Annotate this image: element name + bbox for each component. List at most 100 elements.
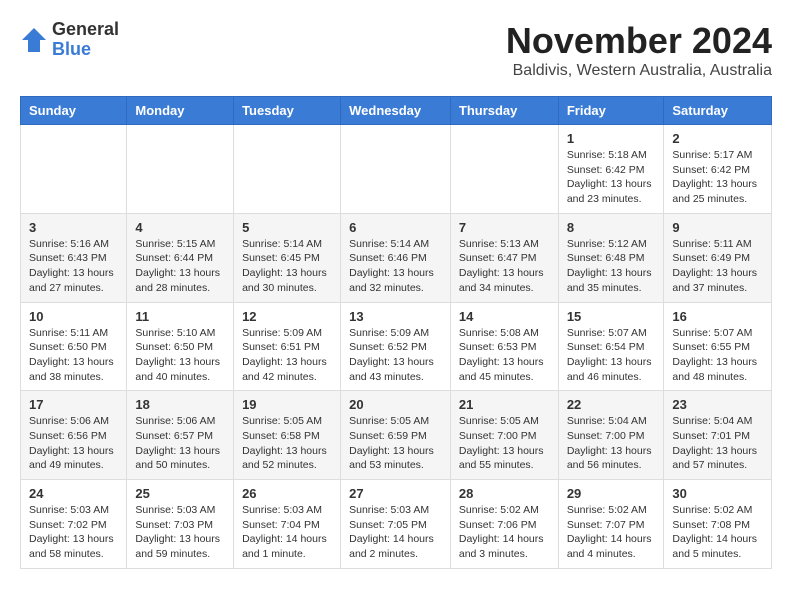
day-number: 5 xyxy=(242,220,332,235)
day-info: Sunrise: 5:08 AM Sunset: 6:53 PM Dayligh… xyxy=(459,326,550,385)
day-number: 10 xyxy=(29,309,118,324)
location: Baldivis, Western Australia, Australia xyxy=(506,62,772,80)
day-cell: 30 Sunrise: 5:02 AM Sunset: 7:08 PM Dayli… xyxy=(664,480,772,569)
day-number: 3 xyxy=(29,220,118,235)
day-cell: 10 Sunrise: 5:11 AM Sunset: 6:50 PM Dayli… xyxy=(21,302,127,391)
day-number: 15 xyxy=(567,309,656,324)
day-cell: 17 Sunrise: 5:06 AM Sunset: 6:56 PM Dayli… xyxy=(21,391,127,480)
day-info: Sunrise: 5:06 AM Sunset: 6:57 PM Dayligh… xyxy=(135,414,225,473)
header-cell-friday: Friday xyxy=(558,97,664,125)
day-cell: 23 Sunrise: 5:04 AM Sunset: 7:01 PM Dayli… xyxy=(664,391,772,480)
day-cell: 1 Sunrise: 5:18 AM Sunset: 6:42 PM Daylig… xyxy=(558,125,664,214)
day-cell: 9 Sunrise: 5:11 AM Sunset: 6:49 PM Daylig… xyxy=(664,213,772,302)
day-number: 4 xyxy=(135,220,225,235)
day-number: 2 xyxy=(672,131,763,146)
day-number: 9 xyxy=(672,220,763,235)
header-cell-wednesday: Wednesday xyxy=(341,97,451,125)
day-info: Sunrise: 5:13 AM Sunset: 6:47 PM Dayligh… xyxy=(459,237,550,296)
day-info: Sunrise: 5:14 AM Sunset: 6:46 PM Dayligh… xyxy=(349,237,442,296)
day-number: 1 xyxy=(567,131,656,146)
week-row: 10 Sunrise: 5:11 AM Sunset: 6:50 PM Dayli… xyxy=(21,302,772,391)
day-cell: 6 Sunrise: 5:14 AM Sunset: 6:46 PM Daylig… xyxy=(341,213,451,302)
day-number: 25 xyxy=(135,486,225,501)
day-info: Sunrise: 5:07 AM Sunset: 6:55 PM Dayligh… xyxy=(672,326,763,385)
day-info: Sunrise: 5:16 AM Sunset: 6:43 PM Dayligh… xyxy=(29,237,118,296)
day-cell: 27Sunrise: 5:03 AM Sunset: 7:05 PM Dayli… xyxy=(341,480,451,569)
week-row: 24Sunrise: 5:03 AM Sunset: 7:02 PM Dayli… xyxy=(21,480,772,569)
day-info: Sunrise: 5:11 AM Sunset: 6:50 PM Dayligh… xyxy=(29,326,118,385)
day-info: Sunrise: 5:11 AM Sunset: 6:49 PM Dayligh… xyxy=(672,237,763,296)
header-row: SundayMondayTuesdayWednesdayThursdayFrid… xyxy=(21,97,772,125)
day-number: 11 xyxy=(135,309,225,324)
day-number: 24 xyxy=(29,486,118,501)
day-number: 13 xyxy=(349,309,442,324)
day-cell xyxy=(234,125,341,214)
day-cell xyxy=(450,125,558,214)
day-info: Sunrise: 5:17 AM Sunset: 6:42 PM Dayligh… xyxy=(672,148,763,207)
day-number: 18 xyxy=(135,397,225,412)
day-number: 21 xyxy=(459,397,550,412)
day-cell: 3 Sunrise: 5:16 AM Sunset: 6:43 PM Daylig… xyxy=(21,213,127,302)
day-number: 17 xyxy=(29,397,118,412)
day-cell: 5 Sunrise: 5:14 AM Sunset: 6:45 PM Daylig… xyxy=(234,213,341,302)
day-cell: 16 Sunrise: 5:07 AM Sunset: 6:55 PM Dayli… xyxy=(664,302,772,391)
week-row: 3 Sunrise: 5:16 AM Sunset: 6:43 PM Daylig… xyxy=(21,213,772,302)
day-number: 28 xyxy=(459,486,550,501)
day-info: Sunrise: 5:02 AM Sunset: 7:06 PM Dayligh… xyxy=(459,503,550,562)
day-info: Sunrise: 5:04 AM Sunset: 7:01 PM Dayligh… xyxy=(672,414,763,473)
day-cell: 15Sunrise: 5:07 AM Sunset: 6:54 PM Dayli… xyxy=(558,302,664,391)
day-number: 29 xyxy=(567,486,656,501)
day-number: 8 xyxy=(567,220,656,235)
page-header: General Blue November 2024 Baldivis, Wes… xyxy=(20,20,772,80)
day-number: 12 xyxy=(242,309,332,324)
day-number: 22 xyxy=(567,397,656,412)
day-info: Sunrise: 5:03 AM Sunset: 7:04 PM Dayligh… xyxy=(242,503,332,562)
week-row: 17 Sunrise: 5:06 AM Sunset: 6:56 PM Dayli… xyxy=(21,391,772,480)
day-cell: 14 Sunrise: 5:08 AM Sunset: 6:53 PM Dayli… xyxy=(450,302,558,391)
day-cell: 13 Sunrise: 5:09 AM Sunset: 6:52 PM Dayli… xyxy=(341,302,451,391)
day-number: 16 xyxy=(672,309,763,324)
day-cell: 8Sunrise: 5:12 AM Sunset: 6:48 PM Daylig… xyxy=(558,213,664,302)
day-info: Sunrise: 5:05 AM Sunset: 7:00 PM Dayligh… xyxy=(459,414,550,473)
day-info: Sunrise: 5:05 AM Sunset: 6:59 PM Dayligh… xyxy=(349,414,442,473)
day-number: 6 xyxy=(349,220,442,235)
day-info: Sunrise: 5:04 AM Sunset: 7:00 PM Dayligh… xyxy=(567,414,656,473)
day-number: 30 xyxy=(672,486,763,501)
month-title: November 2024 xyxy=(506,20,772,62)
day-number: 7 xyxy=(459,220,550,235)
day-number: 14 xyxy=(459,309,550,324)
day-info: Sunrise: 5:03 AM Sunset: 7:05 PM Dayligh… xyxy=(349,503,442,562)
day-info: Sunrise: 5:02 AM Sunset: 7:08 PM Dayligh… xyxy=(672,503,763,562)
logo: General Blue xyxy=(20,20,119,60)
day-cell: 25 Sunrise: 5:03 AM Sunset: 7:03 PM Dayli… xyxy=(127,480,234,569)
header-cell-sunday: Sunday xyxy=(21,97,127,125)
day-number: 20 xyxy=(349,397,442,412)
day-info: Sunrise: 5:02 AM Sunset: 7:07 PM Dayligh… xyxy=(567,503,656,562)
day-cell: 7 Sunrise: 5:13 AM Sunset: 6:47 PM Daylig… xyxy=(450,213,558,302)
day-cell: 19Sunrise: 5:05 AM Sunset: 6:58 PM Dayli… xyxy=(234,391,341,480)
logo-text: General Blue xyxy=(52,20,119,60)
day-cell: 12 Sunrise: 5:09 AM Sunset: 6:51 PM Dayli… xyxy=(234,302,341,391)
day-number: 19 xyxy=(242,397,332,412)
day-info: Sunrise: 5:09 AM Sunset: 6:52 PM Dayligh… xyxy=(349,326,442,385)
title-area: November 2024 Baldivis, Western Australi… xyxy=(506,20,772,80)
day-cell: 24Sunrise: 5:03 AM Sunset: 7:02 PM Dayli… xyxy=(21,480,127,569)
day-cell: 22 Sunrise: 5:04 AM Sunset: 7:00 PM Dayli… xyxy=(558,391,664,480)
header-cell-monday: Monday xyxy=(127,97,234,125)
day-info: Sunrise: 5:14 AM Sunset: 6:45 PM Dayligh… xyxy=(242,237,332,296)
day-cell xyxy=(21,125,127,214)
day-number: 26 xyxy=(242,486,332,501)
day-info: Sunrise: 5:06 AM Sunset: 6:56 PM Dayligh… xyxy=(29,414,118,473)
week-row: 1 Sunrise: 5:18 AM Sunset: 6:42 PM Daylig… xyxy=(21,125,772,214)
day-cell: 26 Sunrise: 5:03 AM Sunset: 7:04 PM Dayli… xyxy=(234,480,341,569)
logo-general: General xyxy=(52,20,119,40)
day-number: 23 xyxy=(672,397,763,412)
day-info: Sunrise: 5:03 AM Sunset: 7:03 PM Dayligh… xyxy=(135,503,225,562)
day-info: Sunrise: 5:09 AM Sunset: 6:51 PM Dayligh… xyxy=(242,326,332,385)
day-info: Sunrise: 5:10 AM Sunset: 6:50 PM Dayligh… xyxy=(135,326,225,385)
day-info: Sunrise: 5:18 AM Sunset: 6:42 PM Dayligh… xyxy=(567,148,656,207)
header-cell-tuesday: Tuesday xyxy=(234,97,341,125)
calendar-header: SundayMondayTuesdayWednesdayThursdayFrid… xyxy=(21,97,772,125)
calendar-table: SundayMondayTuesdayWednesdayThursdayFrid… xyxy=(20,96,772,569)
day-info: Sunrise: 5:15 AM Sunset: 6:44 PM Dayligh… xyxy=(135,237,225,296)
